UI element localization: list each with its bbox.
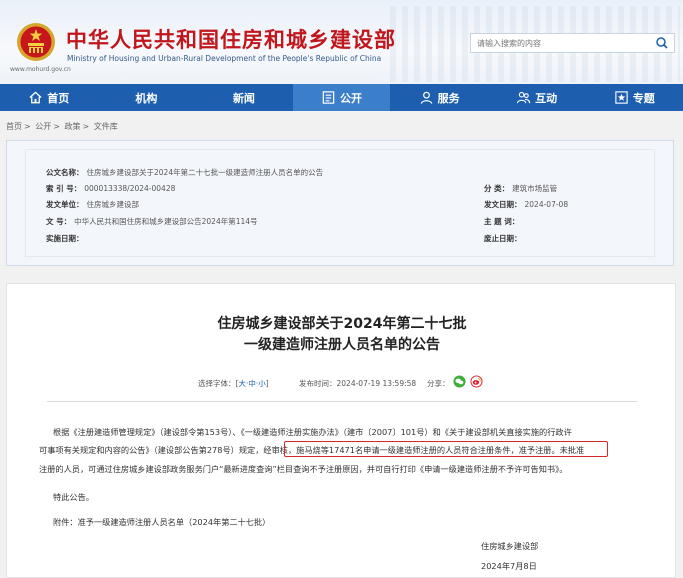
nav-label: 专题 bbox=[632, 91, 655, 105]
body-paragraph-line: 根据《注册建造师管理规定》（建设部令第153号）、《一级建造师注册实施办法》（建… bbox=[53, 427, 572, 437]
meta-abolish-date: 废止日期： bbox=[484, 234, 522, 243]
search-icon[interactable] bbox=[654, 36, 670, 50]
breadcrumb-item[interactable]: 政策 bbox=[65, 122, 81, 131]
nav-label: 互动 bbox=[535, 91, 558, 105]
meta-issue-date: 发文日期： 2024-07-08 bbox=[484, 200, 569, 209]
people-icon bbox=[517, 91, 531, 104]
wechat-share-icon[interactable] bbox=[453, 375, 466, 388]
article-title-line1: 住房城乡建设部关于2024年第二十七批 bbox=[217, 316, 467, 332]
font-large-link[interactable]: 大 bbox=[238, 379, 246, 388]
main-nav: 首页 机构 新闻 公开 服务 互动 专题 bbox=[0, 84, 683, 111]
breadcrumb-item[interactable]: 首页 bbox=[6, 122, 22, 131]
font-size-selector: 选择字体：[大·中·小] bbox=[198, 379, 269, 388]
article-panel: 住房城乡建设部关于2024年第二十七批 一级建造师注册人员名单的公告 选择字体：… bbox=[6, 283, 676, 578]
nav-item-public[interactable]: 公开 bbox=[292, 84, 391, 111]
meta-category: 分 类： 建筑市场监管 bbox=[484, 184, 558, 193]
site-url: www.mohurd.gov.cn bbox=[10, 66, 71, 73]
article-divider bbox=[47, 401, 637, 402]
nav-item-home[interactable]: 首页 bbox=[0, 84, 98, 111]
weibo-share-icon[interactable] bbox=[470, 375, 483, 388]
body-paragraph-line: 注册的人员，可通过住房城乡建设部政务服务门户“最新进度查询”栏目查询不予注册原因… bbox=[39, 464, 568, 474]
document-meta-inner: 公文名称： 住房城乡建设部关于2024年第二十七批一级建造师注册人员名单的公告 索… bbox=[25, 149, 655, 257]
nav-label: 公开 bbox=[340, 91, 363, 105]
home-icon bbox=[29, 91, 42, 104]
signature: 住房城乡建设部 bbox=[481, 541, 539, 551]
font-small-link[interactable]: 小 bbox=[258, 379, 266, 388]
nav-label: 首页 bbox=[47, 91, 70, 105]
user-icon bbox=[420, 91, 432, 104]
breadcrumb: 首页 > 公开 > 政策 > 文件库 bbox=[6, 122, 118, 131]
publish-time: 发布时间：2024-07-19 13:59:58 bbox=[299, 379, 417, 388]
document-icon bbox=[322, 91, 335, 104]
meta-impl-date: 实施日期： bbox=[46, 234, 84, 243]
signature-date: 2024年7月8日 bbox=[481, 561, 537, 571]
meta-issuer: 发文单位： 住房城乡建设部 bbox=[46, 200, 139, 209]
breadcrumb-item[interactable]: 公开 bbox=[35, 122, 51, 131]
star-icon bbox=[615, 91, 628, 104]
nav-item-topics[interactable]: 专题 bbox=[585, 84, 683, 111]
meta-index: 索 引 号： 000013338/2024-00428 bbox=[46, 184, 176, 193]
document-meta-box: 公文名称： 住房城乡建设部关于2024年第二十七批一级建造师注册人员名单的公告 索… bbox=[6, 140, 674, 266]
highlight-box bbox=[284, 441, 608, 457]
nav-label: 新闻 bbox=[232, 91, 255, 105]
national-emblem-icon bbox=[17, 23, 55, 61]
nav-label: 服务 bbox=[437, 91, 460, 105]
site-title[interactable]: 中华人民共和国住房和城乡建设部 bbox=[66, 24, 396, 54]
nav-item-news[interactable]: 新闻 bbox=[195, 84, 293, 111]
nav-item-interact[interactable]: 互动 bbox=[488, 84, 586, 111]
body-paragraph: 特此公告。 bbox=[53, 492, 94, 502]
search-input[interactable] bbox=[477, 36, 642, 50]
nav-item-org[interactable]: 机构 bbox=[98, 84, 196, 111]
nav-label: 机构 bbox=[135, 91, 158, 105]
site-subtitle: Ministry of Housing and Urban-Rural Deve… bbox=[67, 54, 382, 63]
nav-item-service[interactable]: 服务 bbox=[390, 84, 488, 111]
attachment-link[interactable]: 附件：准予一级建造师注册人员名单（2024年第二十七批） bbox=[53, 516, 270, 528]
breadcrumb-item[interactable]: 文件库 bbox=[94, 122, 118, 131]
share-label: 分享： bbox=[427, 379, 450, 388]
article-title-line2: 一级建造师注册人员名单的公告 bbox=[244, 337, 440, 353]
meta-doc-number: 文 号： 中华人民共和国住房和城乡建设部公告2024年第114号 bbox=[46, 217, 258, 226]
meta-topic: 主 题 词： bbox=[484, 217, 520, 226]
search-box bbox=[470, 33, 675, 53]
meta-doc-name: 公文名称： 住房城乡建设部关于2024年第二十七批一级建造师注册人员名单的公告 bbox=[46, 168, 324, 177]
font-medium-link[interactable]: 中 bbox=[248, 379, 256, 388]
site-header: www.mohurd.gov.cn 中华人民共和国住房和城乡建设部 Minist… bbox=[0, 0, 683, 84]
